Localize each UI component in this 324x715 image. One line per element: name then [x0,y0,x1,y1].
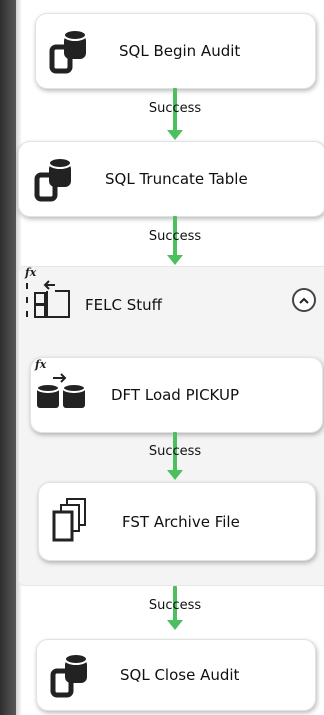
sequence-container-icon [26,280,70,318]
task-sql-begin-audit[interactable]: SQL Begin Audit [35,13,316,89]
success-label: Success [148,444,202,459]
arrowhead [167,130,183,140]
success-label: Success [148,101,202,116]
success-label: Success [148,229,202,244]
sql-task-icon [50,653,88,698]
task-fst-archive-file[interactable]: FST Archive File [38,482,316,561]
sql-task-icon [34,157,72,202]
task-dft-load-pickup[interactable]: fx DFT Load PICKUP [30,357,323,433]
task-label: FST Archive File [122,512,240,531]
collapse-button[interactable] [292,288,316,312]
file-system-task-icon [52,498,86,542]
task-label: SQL Begin Audit [119,42,241,60]
task-label: SQL Truncate Table [105,170,248,188]
task-sql-truncate-table[interactable]: SQL Truncate Table [18,141,324,217]
arrowhead [167,470,183,480]
data-flow-task-icon [36,373,86,408]
chevron-up-icon [299,297,309,304]
arrowhead [167,255,183,265]
arrowhead [167,620,183,630]
expression-marker: fx [25,266,37,279]
container-title: FELC Stuff [85,296,162,314]
sql-task-icon [49,29,87,74]
success-label: Success [148,598,202,613]
task-label: SQL Close Audit [120,666,240,684]
task-sql-close-audit[interactable]: SQL Close Audit [36,639,316,711]
task-label: DFT Load PICKUP [111,386,239,404]
